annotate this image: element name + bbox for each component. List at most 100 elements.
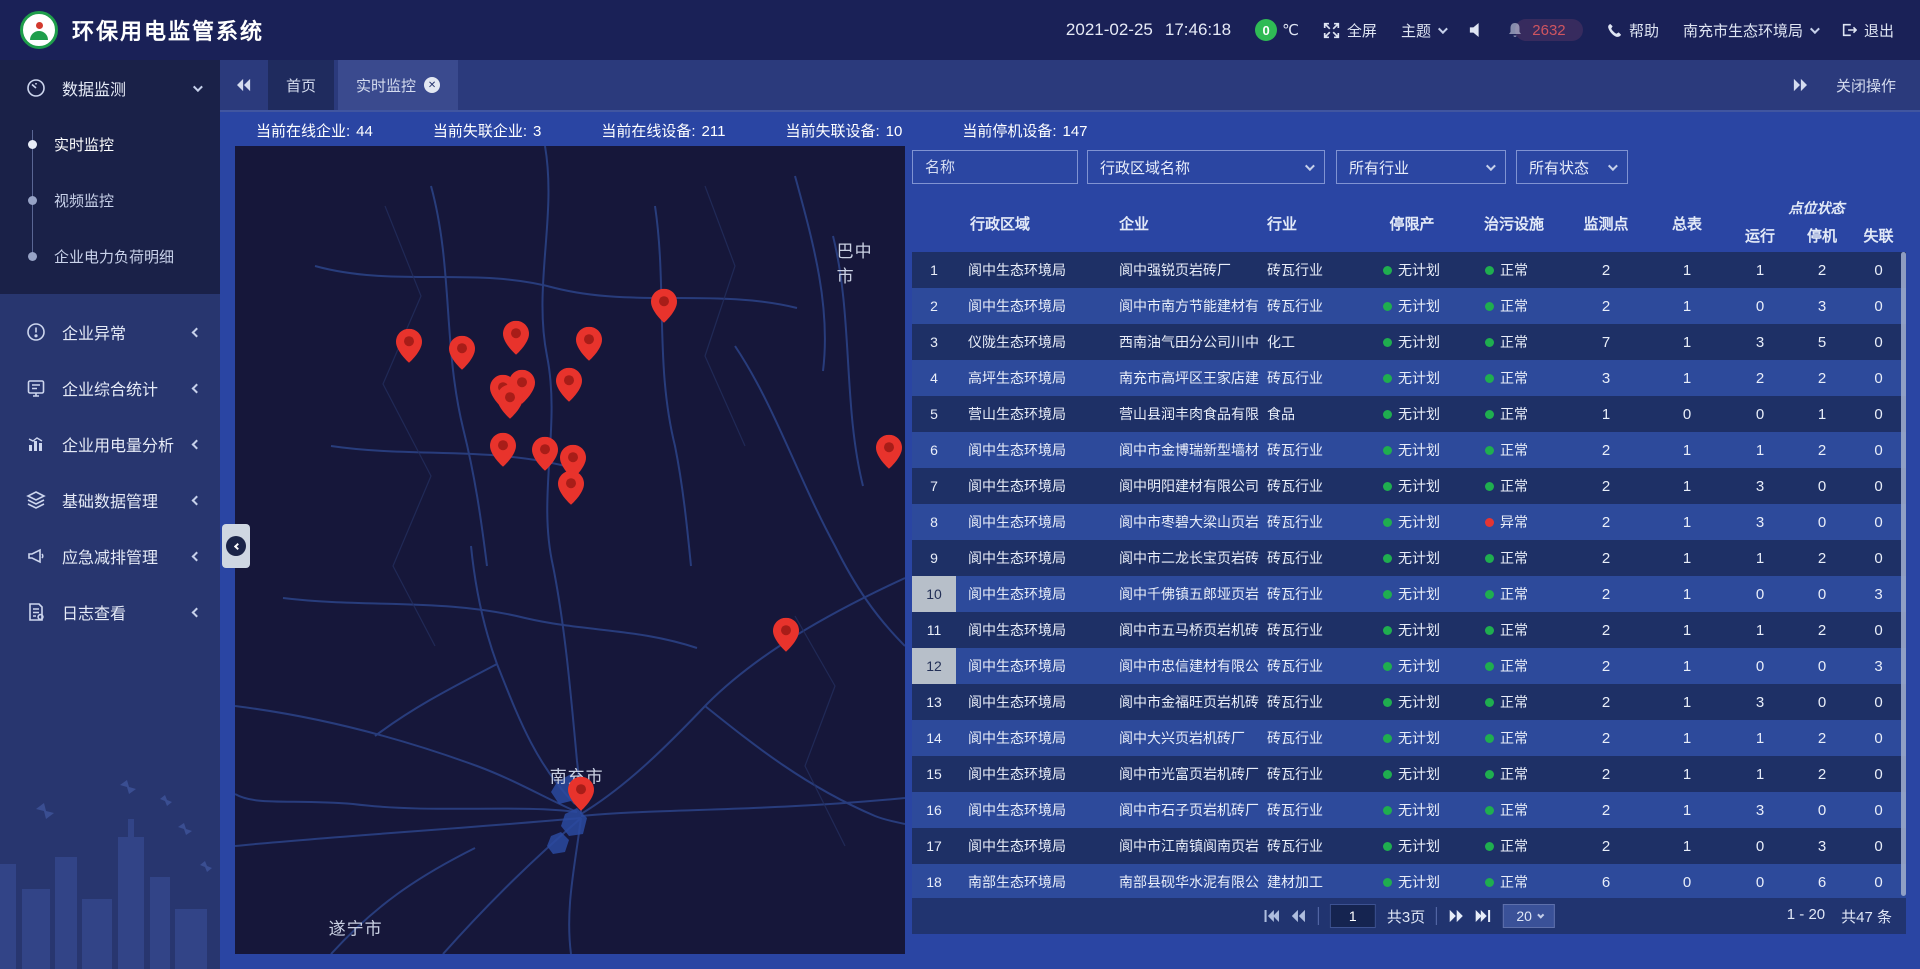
sidebar-item-video-monitor[interactable]: 视频监控	[0, 172, 220, 228]
sidebar-group-enterprise-statistics[interactable]: 企业综合统计	[0, 360, 220, 416]
date-text: 2021-02-25	[1066, 20, 1153, 40]
first-page-button[interactable]	[1263, 909, 1280, 923]
status-dot-icon	[1485, 590, 1494, 599]
row-halted-count: 0	[1793, 504, 1851, 540]
name-filter-field[interactable]	[912, 150, 1078, 184]
org-menu[interactable]: 南充市生态环境局	[1683, 20, 1817, 41]
industry-filter-select[interactable]: 所有行业	[1336, 150, 1506, 184]
tab-realtime-monitor[interactable]: 实时监控 ✕	[338, 60, 458, 110]
table-row[interactable]: 1 阆中生态环境局 阆中强锐页岩砖厂 砖瓦行业 无计划 正常 2 1 1 2 0	[912, 252, 1906, 288]
temperature: 0 ℃	[1255, 19, 1299, 41]
map-pin[interactable]	[568, 776, 594, 810]
map-pin[interactable]	[773, 617, 799, 651]
region-filter-select[interactable]: 行政区域名称	[1087, 150, 1325, 184]
row-treatment-status: 正常	[1463, 756, 1565, 792]
table-row[interactable]: 2 阆中生态环境局 阆中市南方节能建材有 砖瓦行业 无计划 正常 2 1 0 3…	[912, 288, 1906, 324]
theme-menu[interactable]: 主题	[1401, 20, 1445, 41]
row-index: 8	[912, 504, 956, 540]
map-pin[interactable]	[449, 335, 475, 369]
status-filter-select[interactable]: 所有状态	[1516, 150, 1628, 184]
logout-button[interactable]: 退出	[1841, 20, 1894, 41]
row-index: 10	[912, 576, 956, 612]
sidebar-group-data-monitor-header[interactable]: 数据监测	[0, 60, 220, 116]
row-halted-count: 0	[1793, 576, 1851, 612]
sidebar-item-power-load-detail[interactable]: 企业电力负荷明细	[0, 228, 220, 284]
table-row[interactable]: 12 阆中生态环境局 阆中市忠信建材有限公 砖瓦行业 无计划 正常 2 1 0 …	[912, 648, 1906, 684]
row-monitor-count: 2	[1565, 252, 1647, 288]
status-dot-icon	[1485, 626, 1494, 635]
tabs-scroll-left-button[interactable]	[220, 60, 268, 110]
sidebar-group-label: 基础数据管理	[62, 488, 193, 512]
sidebar-group-emergency[interactable]: 应急减排管理	[0, 528, 220, 584]
map-pin[interactable]	[503, 321, 529, 355]
status-dot-icon	[1485, 518, 1494, 527]
name-filter-input[interactable]	[913, 151, 1077, 183]
map-collapse-toggle[interactable]	[222, 524, 250, 568]
table-body: 1 阆中生态环境局 阆中强锐页岩砖厂 砖瓦行业 无计划 正常 2 1 1 2 0…	[912, 252, 1906, 898]
table-row[interactable]: 5 营山生态环境局 营山县润丰肉食品有限 食品 无计划 正常 1 0 0 1 0	[912, 396, 1906, 432]
table-row[interactable]: 14 阆中生态环境局 阆中大兴页岩机砖厂 砖瓦行业 无计划 正常 2 1 1 2…	[912, 720, 1906, 756]
page-number-input[interactable]	[1330, 904, 1376, 928]
table-scrollbar[interactable]	[1901, 252, 1906, 896]
table-row[interactable]: 13 阆中生态环境局 阆中市金福旺页岩机砖 砖瓦行业 无计划 正常 2 1 3 …	[912, 684, 1906, 720]
map-pin[interactable]	[576, 326, 602, 360]
previous-page-button[interactable]	[1291, 909, 1307, 923]
table-row[interactable]: 15 阆中生态环境局 阆中市光富页岩机砖厂 砖瓦行业 无计划 正常 2 1 1 …	[912, 756, 1906, 792]
row-treatment-status: 正常	[1463, 576, 1565, 612]
page-size-select[interactable]: 20	[1503, 904, 1555, 928]
table-row[interactable]: 17 阆中生态环境局 阆中市江南镇阆南页岩 砖瓦行业 无计划 正常 2 1 0 …	[912, 828, 1906, 864]
mute-button[interactable]	[1469, 23, 1483, 37]
row-company: 阆中市江南镇阆南页岩	[1111, 828, 1261, 864]
notifications[interactable]: 2632	[1507, 19, 1583, 41]
row-region: 南部生态环境局	[956, 864, 1111, 898]
fullscreen-button[interactable]: 全屏	[1323, 20, 1377, 41]
map-pin[interactable]	[558, 470, 584, 504]
last-page-button[interactable]	[1475, 909, 1492, 923]
sidebar-group-label: 应急减排管理	[62, 544, 193, 568]
map-pin[interactable]	[396, 329, 422, 363]
table-row[interactable]: 18 南部生态环境局 南部县砚华水泥有限公 建材加工 无计划 正常 6 0 0 …	[912, 864, 1906, 898]
map-pin[interactable]	[532, 436, 558, 470]
next-page-button[interactable]	[1448, 909, 1464, 923]
speaker-icon	[1469, 23, 1483, 37]
table-row[interactable]: 16 阆中生态环境局 阆中市石子页岩机砖厂 砖瓦行业 无计划 正常 2 1 3 …	[912, 792, 1906, 828]
table-row[interactable]: 7 阆中生态环境局 阆中明阳建材有限公司 砖瓦行业 无计划 正常 2 1 3 0…	[912, 468, 1906, 504]
row-treatment-status: 正常	[1463, 252, 1565, 288]
tabs-scroll-right-button[interactable]	[1792, 78, 1808, 92]
map-pin[interactable]	[651, 288, 677, 322]
table-row[interactable]: 6 阆中生态环境局 阆中市金博瑞新型墙材 砖瓦行业 无计划 正常 2 1 1 2…	[912, 432, 1906, 468]
sidebar-item-realtime-monitor[interactable]: 实时监控	[0, 116, 220, 172]
row-index: 7	[912, 468, 956, 504]
map-pin[interactable]	[490, 432, 516, 466]
app-title: 环保用电监管系统	[72, 14, 264, 46]
map-panel[interactable]: 巴中市南充市遂宁市	[235, 146, 905, 954]
table-row[interactable]: 10 阆中生态环境局 阆中千佛镇五郎垭页岩 砖瓦行业 无计划 正常 2 1 0 …	[912, 576, 1906, 612]
chevron-down-icon	[1305, 161, 1315, 171]
table-row[interactable]: 8 阆中生态环境局 阆中市枣碧大梁山页岩 砖瓦行业 无计划 异常 2 1 3 0…	[912, 504, 1906, 540]
sidebar-group-power-analysis[interactable]: 企业用电量分析	[0, 416, 220, 472]
table-row[interactable]: 4 高坪生态环境局 南充市高坪区王家店建 砖瓦行业 无计划 正常 3 1 2 2…	[912, 360, 1906, 396]
help-button[interactable]: 帮助	[1607, 20, 1659, 41]
logout-icon	[1841, 22, 1857, 38]
row-running-count: 2	[1727, 360, 1793, 396]
sidebar-group-enterprise-abnormal[interactable]: 企业异常	[0, 304, 220, 360]
row-treatment-status: 正常	[1463, 612, 1565, 648]
sidebar-group-base-data[interactable]: 基础数据管理	[0, 472, 220, 528]
sidebar-group-label: 企业异常	[62, 320, 193, 344]
tab-home[interactable]: 首页	[268, 60, 334, 110]
row-industry: 砖瓦行业	[1261, 540, 1361, 576]
tab-close-icon[interactable]: ✕	[424, 77, 440, 93]
table-row[interactable]: 3 仪陇生态环境局 西南油气田分公司川中 化工 无计划 正常 7 1 3 5 0	[912, 324, 1906, 360]
map-pin[interactable]	[876, 435, 902, 469]
map-pin[interactable]	[497, 385, 523, 419]
row-total-meter-count: 1	[1647, 360, 1727, 396]
close-actions-menu[interactable]: 关闭操作	[1836, 75, 1896, 96]
sidebar-group-data-monitor: 数据监测 实时监控 视频监控 企业电力负荷明细	[0, 60, 220, 294]
table-row[interactable]: 9 阆中生态环境局 阆中市二龙长宝页岩砖 砖瓦行业 无计划 正常 2 1 1 2…	[912, 540, 1906, 576]
row-index: 6	[912, 432, 956, 468]
map-pin[interactable]	[556, 368, 582, 402]
table-row[interactable]: 11 阆中生态环境局 阆中市五马桥页岩机砖 砖瓦行业 无计划 正常 2 1 1 …	[912, 612, 1906, 648]
sidebar-group-logs[interactable]: 日志查看	[0, 584, 220, 640]
row-running-count: 3	[1727, 684, 1793, 720]
map-city-label: 遂宁市	[329, 915, 383, 940]
